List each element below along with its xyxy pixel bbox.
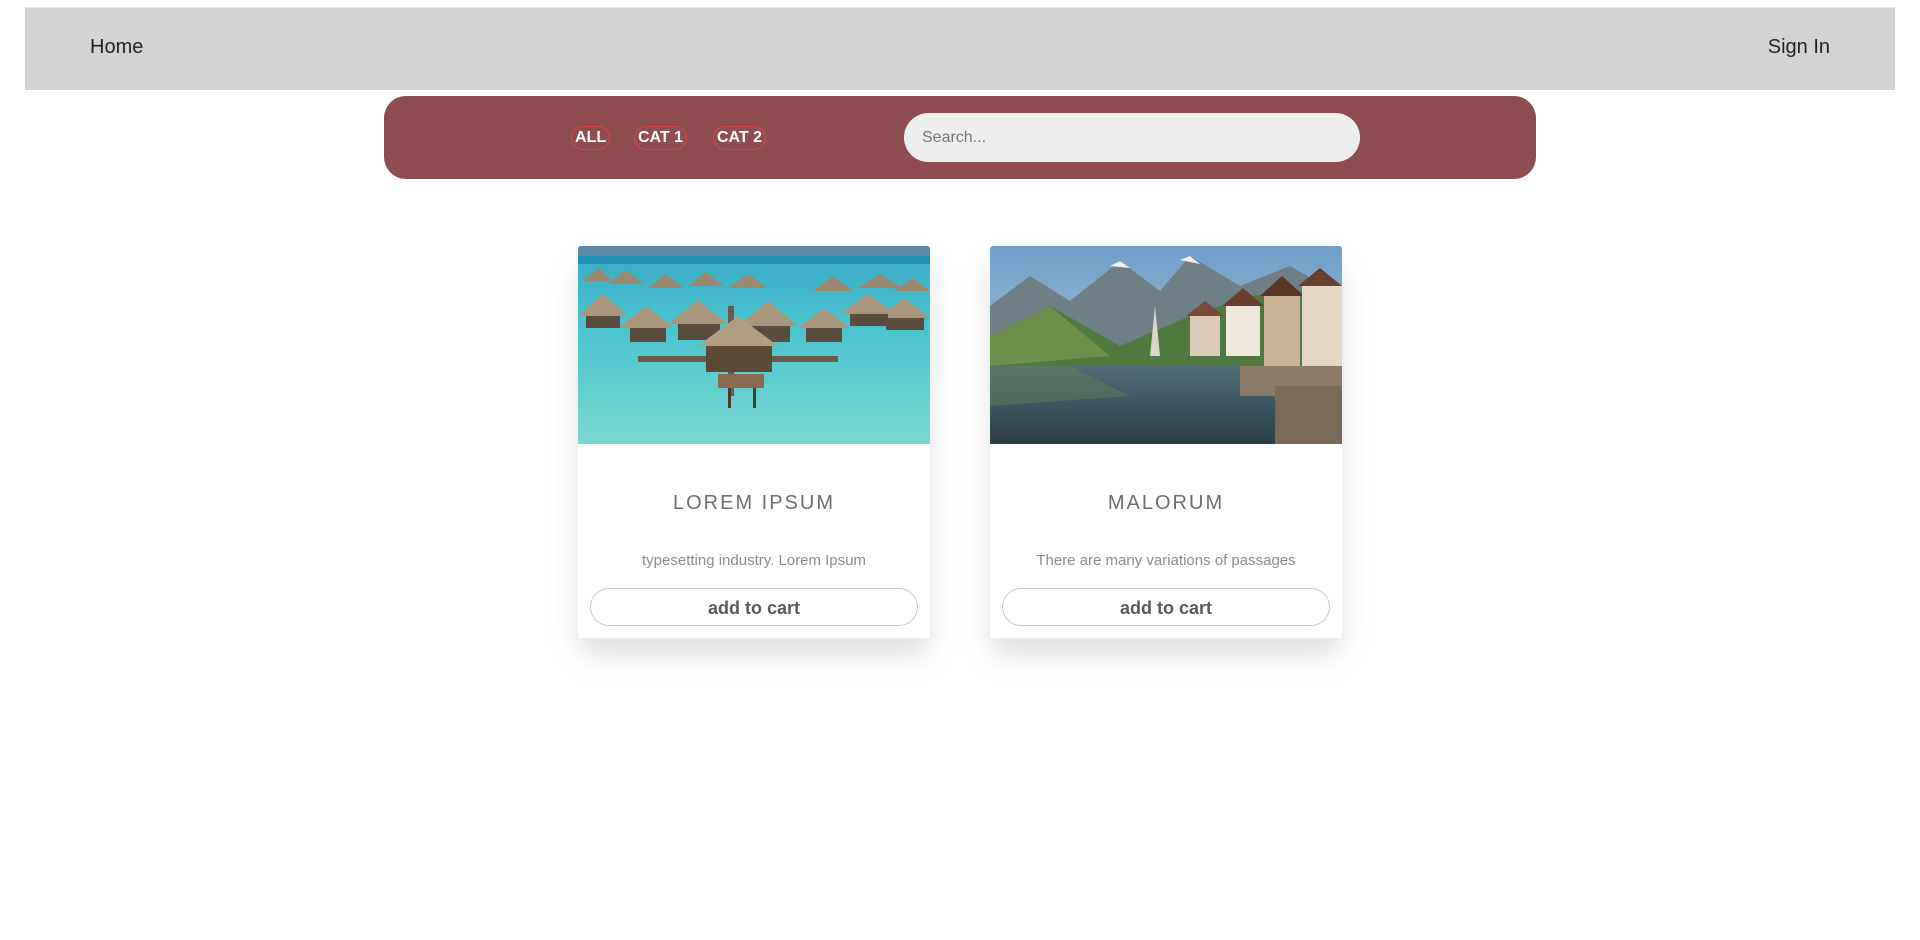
lakeside-village-photo xyxy=(990,246,1342,444)
product-card: LOREM IPSUM typesetting industry. Lorem … xyxy=(578,246,930,638)
product-card: MALORUM There are many variations of pas… xyxy=(990,246,1342,638)
product-title: LOREM IPSUM xyxy=(672,492,836,514)
filter-bar: ALL CAT 1 CAT 2 xyxy=(384,96,1536,179)
product-description: There are many variations of passages xyxy=(1036,552,1296,569)
add-to-cart-button[interactable]: add to cart xyxy=(1002,588,1330,626)
category-2-button[interactable]: CAT 2 xyxy=(713,126,767,150)
add-to-cart-button[interactable]: add to cart xyxy=(590,588,918,626)
sign-in-link[interactable]: Sign In xyxy=(1768,36,1830,59)
category-1-button[interactable]: CAT 1 xyxy=(634,126,688,150)
home-link[interactable]: Home xyxy=(90,36,143,59)
overwater-bungalows-photo xyxy=(578,246,930,444)
product-title: MALORUM xyxy=(1107,492,1225,514)
search-input[interactable] xyxy=(904,113,1360,162)
product-description: typesetting industry. Lorem Ipsum xyxy=(642,552,866,569)
category-all-button[interactable]: ALL xyxy=(571,126,611,150)
top-navbar: Home Sign In xyxy=(25,7,1895,90)
